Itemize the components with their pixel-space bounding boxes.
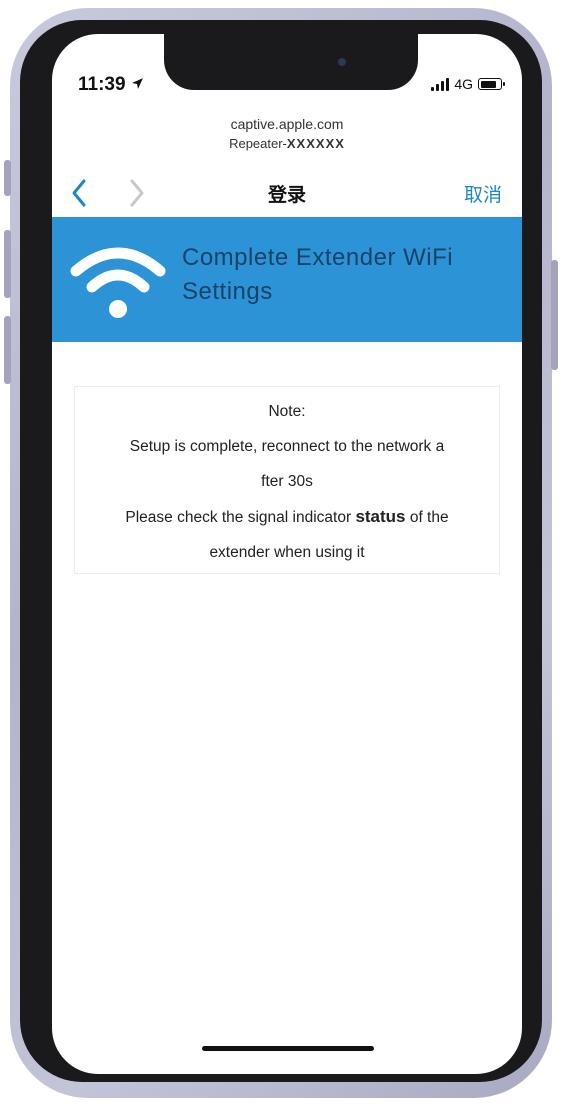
notch xyxy=(164,34,418,90)
note-line-1: Setup is complete, reconnect to the netw… xyxy=(129,438,445,455)
network-type: 4G xyxy=(454,76,473,92)
volume-down-button xyxy=(4,316,11,384)
volume-up-button xyxy=(4,230,11,298)
status-time-text: 11:39 xyxy=(78,74,126,95)
note-line-4: extender when using it xyxy=(209,544,365,561)
note-status-word: status xyxy=(355,507,406,526)
page-title: 登录 xyxy=(267,184,306,206)
banner-title: Complete Extender WiFi Settings xyxy=(182,244,454,305)
note-line-3: Please check the signal indicator status… xyxy=(75,499,499,535)
note-line-3-suffix: of the xyxy=(405,509,449,526)
captive-host: captive.apple.com xyxy=(230,116,344,132)
power-button xyxy=(551,260,558,370)
phone-screen: 11:39 4G captive.apple.com Repeater-XXXX… xyxy=(52,34,522,1074)
silent-switch xyxy=(4,160,11,196)
banner: Complete Extender WiFi Settings xyxy=(52,217,522,342)
battery-icon xyxy=(478,78,505,90)
captive-header: captive.apple.com Repeater-XXXXXX xyxy=(52,114,522,154)
signal-icon xyxy=(431,77,450,91)
status-indicators: 4G xyxy=(431,76,505,92)
ssid-prefix: Repeater- xyxy=(229,136,287,151)
ssid-suffix: XXXXXX xyxy=(286,136,345,151)
note-line-2: fter 30s xyxy=(261,473,313,490)
cancel-button[interactable]: 取消 xyxy=(464,180,502,207)
stage: 11:39 4G captive.apple.com Repeater-XXXX… xyxy=(0,0,562,1104)
camera-icon xyxy=(338,58,346,66)
note-line-3-prefix: Please check the signal indicator xyxy=(125,509,356,526)
location-arrow-icon xyxy=(131,78,143,89)
status-time: 11:39 xyxy=(78,74,144,96)
note-card: Note: Setup is complete, reconnect to th… xyxy=(74,386,500,574)
note-heading: Note: xyxy=(268,403,306,420)
wifi-icon xyxy=(70,247,166,318)
home-indicator[interactable] xyxy=(202,1046,374,1051)
captive-ssid: Repeater-XXXXXX xyxy=(52,134,522,154)
nav-bar: 登录 取消 xyxy=(52,172,522,212)
